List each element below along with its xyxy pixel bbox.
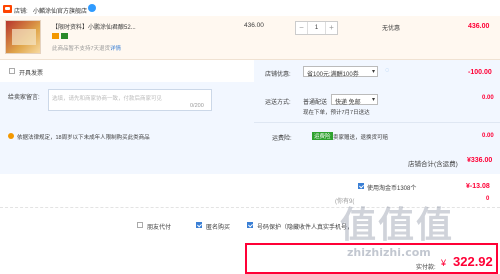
insurance-text: 卖家赠送，退换货可赔 [333,135,389,141]
friend-pay-label: 朋友代付 [147,225,172,231]
watermark-url: zhizhizhi.com [347,246,431,259]
chevron-down-icon: ▾ [371,69,375,75]
coupon-amount: -100.00 [468,69,492,76]
insurance-tag: 运费险 [312,132,333,140]
coupon-select-value: 省100元:满酬100券 [307,72,359,78]
message-char-count: 0/200 [190,103,204,109]
privacy-checkbox[interactable] [247,222,253,228]
payment-currency: ¥ [441,258,447,268]
invoice-row: 开具发票 [0,60,254,82]
shipping-eta: 现在下单，预计7月7日送达 [303,110,370,116]
message-placeholder: 选填，请先和商家协商一致，付款后商家可见 [52,96,163,102]
unit-price: 436.00 [244,22,264,29]
quantity-plus-button[interactable]: + [325,22,337,34]
service-badge-icon [61,33,68,39]
shop-label: 店铺: [14,9,28,15]
legal-notice: 依据法律规定，18周岁以下未成年人限制购买此类商品 [17,135,150,141]
invoice-label: 开具发票 [19,71,44,77]
chat-icon[interactable] [88,4,96,12]
coin-checkbox[interactable] [358,183,364,189]
coin-extra-amount: 0 [486,196,490,202]
privacy-label: 号码保护（隐藏收件人真实手机号， [257,225,354,231]
discount-text: 无优惠 [382,26,401,32]
shipping-amount: 0.00 [482,95,494,101]
insurance-amount: 0.00 [482,133,494,139]
shipping-label: 运送方式: [265,100,291,106]
payment-label: 实付款: [416,265,436,271]
product-title-link[interactable]: 【限时资料】小鹏涂仙君酿52... [52,22,136,31]
product-subtotal: 436.00 [468,23,490,30]
details-link[interactable]: 详情 [110,44,121,52]
coin-amount: ¥-13.08 [466,183,490,190]
divider [254,122,500,123]
shipping-select-value: 快递 免邮 [335,100,361,106]
watermark-logo: 值值值 [340,205,455,246]
friend-pay-checkbox[interactable] [137,222,143,228]
return-note: 此商品暂不支持7天退货 [52,46,111,52]
anonymous-checkbox[interactable] [196,222,202,228]
quantity-value[interactable]: 1 [309,22,324,34]
shipping-select[interactable]: 快递 免邮 ▾ [331,94,378,106]
coupon-label: 店铺优惠: [265,72,291,78]
promo-badge-icon [52,33,59,39]
coupon-info-icon[interactable]: ◌ [385,67,389,74]
coin-label: 使用淘金币1308个 [367,186,417,192]
shop-name-link[interactable]: 小麟涂仙官方旗舰店 [33,6,87,15]
invoice-checkbox[interactable] [9,68,15,74]
coupon-select[interactable]: 省100元:满酬100券 ▾ [303,66,378,78]
message-label: 给卖家留言: [8,95,40,101]
store-total-label: 店铺合计(含运费) [408,161,458,168]
quantity-stepper[interactable]: − 1 + [295,21,338,35]
payment-amount: 322.92 [453,254,493,269]
insurance-label: 运费险: [272,136,292,142]
shipping-type: 普通配送 [303,100,328,106]
warning-icon [8,133,14,139]
product-thumbnail[interactable] [5,20,41,54]
shop-icon [3,5,12,13]
chevron-down-icon: ▾ [371,97,375,103]
anonymous-label: 匿名购买 [206,225,231,231]
store-total-amount: ¥336.00 [467,157,493,164]
quantity-minus-button[interactable]: − [296,22,308,34]
